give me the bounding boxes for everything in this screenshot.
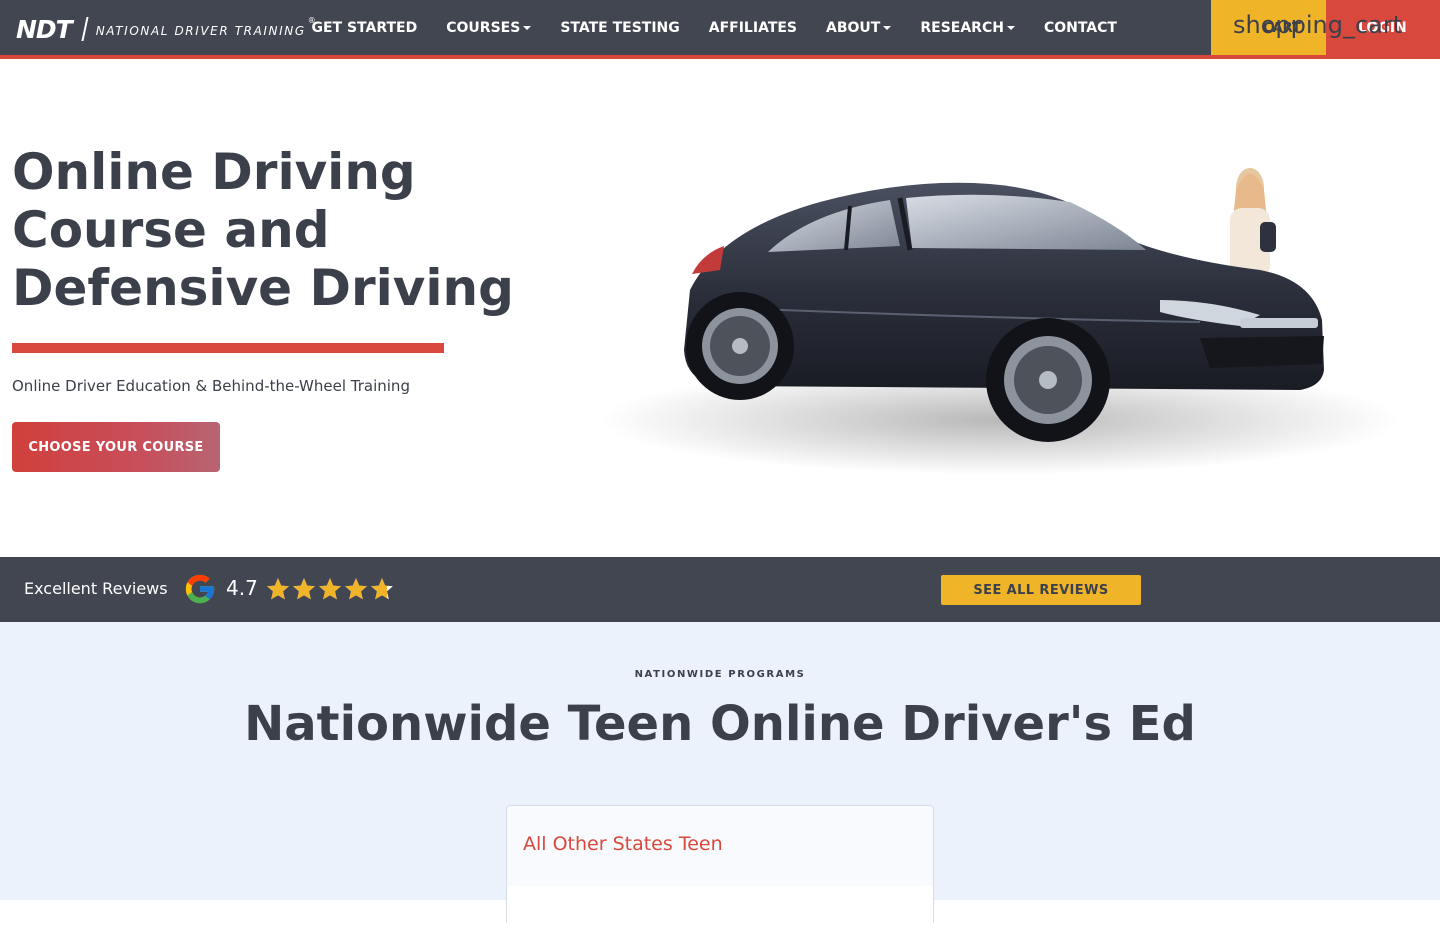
rear-wheel	[686, 292, 794, 400]
nav-affiliates[interactable]: AFFILIATES	[694, 20, 811, 36]
top-navbar: NDT NATIONAL DRIVER TRAINING ® GET START…	[0, 0, 1440, 59]
nav-state-testing-label: STATE TESTING	[560, 19, 680, 36]
star-rating	[265, 576, 395, 602]
caret-down-icon	[1006, 25, 1015, 30]
nav-courses[interactable]: COURSES	[432, 20, 546, 36]
nav-courses-label: COURSES	[446, 19, 521, 36]
nav-get-started-label: GET STARTED	[311, 19, 418, 36]
hero-accent-rule	[12, 343, 444, 353]
star-icon	[293, 578, 315, 600]
brand-logo[interactable]: NDT NATIONAL DRIVER TRAINING ®	[16, 14, 316, 44]
see-all-reviews-button[interactable]: SEE ALL REVIEWS	[941, 575, 1141, 605]
section-title: Nationwide Teen Online Driver's Ed	[244, 696, 1196, 752]
brand-name: NATIONAL DRIVER TRAINING	[95, 24, 306, 38]
reviews-label: Excellent Reviews	[24, 579, 168, 598]
hero-car-image	[600, 168, 1400, 475]
main-nav: GET STARTED COURSES STATE TESTING AFFILI…	[297, 0, 1131, 55]
brand-divider	[81, 17, 89, 41]
hero-title: Online Driving Course and Defensive Driv…	[12, 143, 514, 317]
nav-contact[interactable]: CONTACT	[1029, 20, 1131, 36]
shopping-cart-icon: shopping_cart	[1233, 11, 1403, 39]
choose-course-label: CHOOSE YOUR COURSE	[28, 439, 204, 455]
nav-contact-label: CONTACT	[1043, 19, 1117, 36]
reviews-bar: Excellent Reviews 4.7 SEE ALL REVIEWS	[0, 557, 1440, 622]
nav-research-label: RESEARCH	[920, 19, 1004, 36]
caret-down-icon	[523, 25, 532, 30]
person-figure	[1230, 168, 1276, 278]
nav-research[interactable]: RESEARCH	[906, 20, 1030, 36]
course-card-title[interactable]: All Other States Teen	[523, 833, 723, 855]
star-icon	[267, 578, 289, 600]
rating-value: 4.7	[226, 576, 258, 600]
caret-down-icon	[883, 25, 892, 30]
front-wheel	[986, 318, 1110, 442]
brand-mark: NDT	[16, 14, 73, 44]
nationwide-section: NATIONWIDE PROGRAMS Nationwide Teen Onli…	[0, 622, 1440, 926]
star-icon	[319, 578, 341, 600]
course-card[interactable]: All Other States Teen	[506, 805, 934, 926]
nav-get-started[interactable]: GET STARTED	[297, 20, 432, 36]
nav-about[interactable]: ABOUT	[812, 20, 906, 36]
course-card-body	[507, 886, 933, 926]
star-icon	[345, 578, 367, 600]
star-icon	[371, 578, 393, 600]
nav-state-testing[interactable]: STATE TESTING	[546, 20, 694, 36]
choose-course-button[interactable]: CHOOSE YOUR COURSE	[12, 422, 220, 472]
nav-affiliates-label: AFFILIATES	[708, 19, 798, 36]
hero-subtitle: Online Driver Education & Behind-the-Whe…	[12, 377, 410, 395]
cart-button[interactable]: CART shopping_cart	[1211, 0, 1402, 55]
section-eyebrow: NATIONWIDE PROGRAMS	[634, 669, 806, 680]
google-icon	[185, 574, 215, 604]
nav-about-label: ABOUT	[826, 19, 881, 36]
see-all-reviews-label: SEE ALL REVIEWS	[973, 582, 1109, 598]
